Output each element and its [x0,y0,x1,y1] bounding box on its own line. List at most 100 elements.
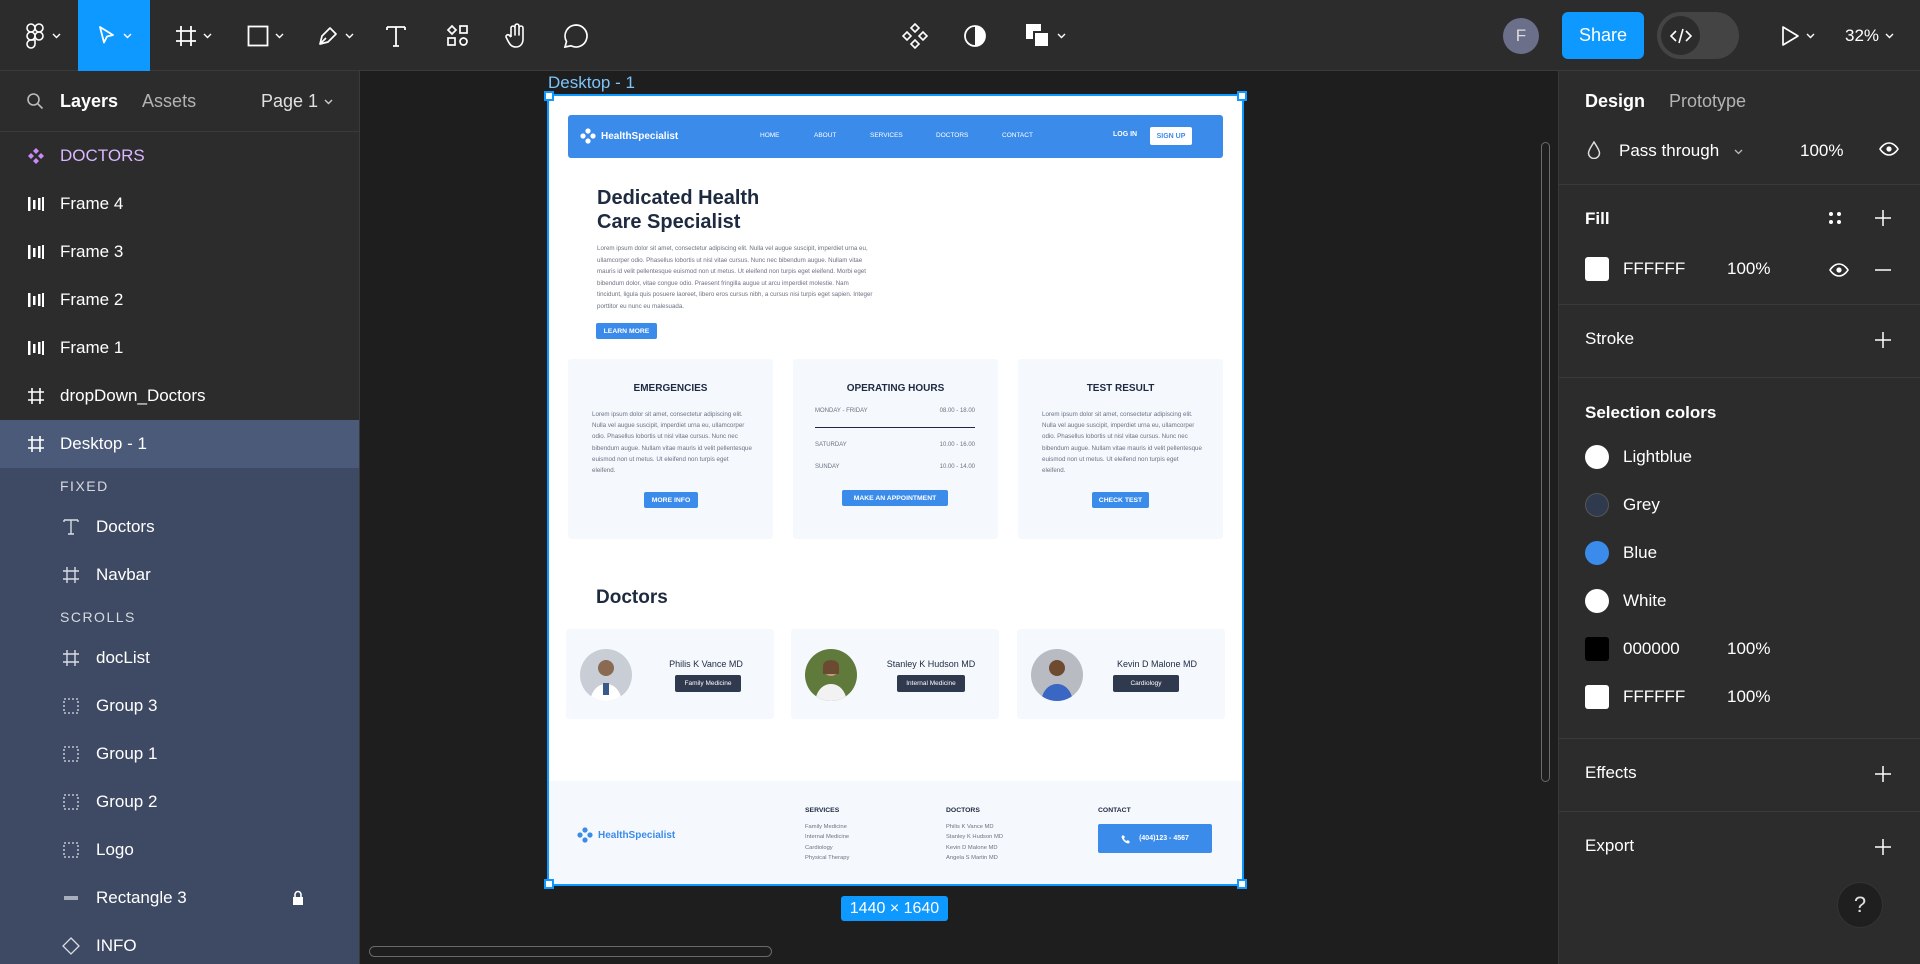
resources-button[interactable] [442,0,474,71]
fill-swatch[interactable] [1585,257,1609,281]
layer-item[interactable]: Frame 1 [0,324,359,372]
mock-nav-link[interactable]: ABOUT [814,132,836,139]
resize-handle[interactable] [544,879,554,889]
color-swatch[interactable] [1585,685,1609,709]
layer-item[interactable]: Frame 3 [0,228,359,276]
shape-tool-button[interactable] [240,0,290,71]
color-swatch[interactable] [1585,637,1609,661]
layer-item[interactable]: Frame 2 [0,276,359,324]
selection-color-row[interactable]: 000000 100% [1585,637,1905,661]
frame-tool-button[interactable] [168,0,218,71]
mock-login-link[interactable]: LOG IN [1113,131,1137,138]
layer-item[interactable]: dropDown_Doctors [0,372,359,420]
selection-color-row[interactable]: White [1585,589,1905,613]
blend-mode-select[interactable]: Pass through [1619,141,1719,161]
hand-tool-button[interactable] [500,0,532,71]
color-swatch[interactable] [1585,493,1609,517]
layer-item[interactable]: DOCTORS [0,132,359,180]
layer-item[interactable]: INFO [0,922,359,964]
mock-appointment-button[interactable]: MAKE AN APPOINTMENT [842,490,948,506]
color-hex[interactable]: 000000 [1623,639,1680,659]
horizontal-scrollbar[interactable] [369,946,772,957]
tab-assets[interactable]: Assets [142,91,196,112]
dev-mode-toggle[interactable] [1657,12,1739,59]
mock-footer-link[interactable]: Family Medicine [805,822,849,833]
mock-nav-link[interactable]: CONTACT [1002,132,1033,139]
color-swatch[interactable] [1585,589,1609,613]
fill-opacity[interactable]: 100% [1727,259,1770,279]
move-tool-button[interactable] [78,0,150,71]
help-button[interactable]: ? [1837,882,1883,928]
tab-design[interactable]: Design [1585,91,1645,112]
selection-color-row[interactable]: Grey [1585,493,1905,517]
mock-doctor-card[interactable]: Stanley K Hudson MD Internal Medicine [791,629,999,719]
mock-footer-logo[interactable]: HealthSpecialist [577,827,675,843]
share-button[interactable]: Share [1562,12,1644,59]
frame-label[interactable]: Desktop - 1 [548,73,635,93]
mock-footer-link[interactable]: Kevin D Malone MD [946,843,1003,854]
layer-item[interactable]: Rectangle 3 [0,874,359,922]
boolean-operations-button[interactable] [1020,0,1070,71]
mock-signup-button[interactable]: SIGN UP [1150,127,1192,145]
color-hex[interactable]: FFFFFF [1623,687,1685,707]
mock-more-info-button[interactable]: MORE INFO [644,492,698,508]
zoom-menu[interactable]: 32% [1845,0,1894,71]
color-swatch[interactable] [1585,541,1609,565]
layer-item[interactable]: Group 2 [0,778,359,826]
resize-handle[interactable] [1237,879,1247,889]
main-menu-button[interactable] [18,0,68,71]
plus-icon[interactable] [1874,838,1892,856]
page-selector[interactable]: Page 1 [261,71,333,132]
color-swatch[interactable] [1585,445,1609,469]
mock-footer-link[interactable]: Stanley K Hudson MD [946,832,1003,843]
layer-item[interactable]: Navbar [0,551,359,599]
layer-item[interactable]: docList [0,634,359,682]
comment-tool-button[interactable] [560,0,592,71]
color-opacity[interactable]: 100% [1727,687,1770,707]
eye-icon[interactable] [1879,142,1899,156]
selection-color-row[interactable]: Blue [1585,541,1905,565]
mock-nav-link[interactable]: HOME [760,132,780,139]
mock-footer-link[interactable]: Physical Therapy [805,853,849,864]
mask-button[interactable] [959,0,991,71]
lock-icon[interactable] [288,888,308,908]
present-button[interactable] [1772,0,1822,71]
selection-color-row[interactable]: FFFFFF 100% [1585,685,1905,709]
mock-nav-link[interactable]: DOCTORS [936,132,968,139]
component-tool-button[interactable] [899,0,931,71]
vertical-scrollbar[interactable] [1541,142,1550,782]
desktop-frame[interactable]: HealthSpecialist HOME ABOUT SERVICES DOC… [547,94,1244,886]
selection-color-row[interactable]: Lightblue [1585,445,1905,469]
mock-navbar[interactable]: HealthSpecialist HOME ABOUT SERVICES DOC… [568,115,1223,158]
mock-doctor-card[interactable]: Philis K Vance MD Family Medicine [566,629,774,719]
eye-icon[interactable] [1829,263,1849,277]
styles-grid-icon[interactable] [1827,210,1843,226]
search-icon[interactable] [26,92,44,110]
layer-opacity[interactable]: 100% [1800,141,1843,161]
layer-item-selected[interactable]: Desktop - 1 [0,420,359,468]
avatar[interactable]: F [1503,18,1539,54]
layer-item[interactable]: Group 1 [0,730,359,778]
tab-layers[interactable]: Layers [60,91,118,112]
mock-footer-link[interactable]: Internal Medicine [805,832,849,843]
plus-icon[interactable] [1874,765,1892,783]
mock-logo[interactable]: HealthSpecialist [580,128,678,144]
fill-hex[interactable]: FFFFFF [1623,259,1685,279]
plus-icon[interactable] [1874,209,1892,227]
mock-call-button[interactable]: (404)123 - 4567 [1098,824,1212,853]
layer-item[interactable]: Frame 4 [0,180,359,228]
minus-icon[interactable] [1874,269,1892,271]
layer-item[interactable]: Group 3 [0,682,359,730]
layer-item[interactable]: Logo [0,826,359,874]
resize-handle[interactable] [1237,91,1247,101]
fill-row[interactable]: FFFFFF 100% [1585,257,1905,281]
tab-prototype[interactable]: Prototype [1669,91,1746,112]
text-tool-button[interactable] [380,0,412,71]
pen-tool-button[interactable] [310,0,360,71]
mock-footer-link[interactable]: Angela S Martin MD [946,853,1003,864]
mock-check-test-button[interactable]: CHECK TEST [1092,492,1149,508]
mock-footer-link[interactable]: Cardiology [805,843,849,854]
mock-nav-link[interactable]: SERVICES [870,132,903,139]
layer-item[interactable]: Doctors [0,503,359,551]
plus-icon[interactable] [1874,331,1892,349]
